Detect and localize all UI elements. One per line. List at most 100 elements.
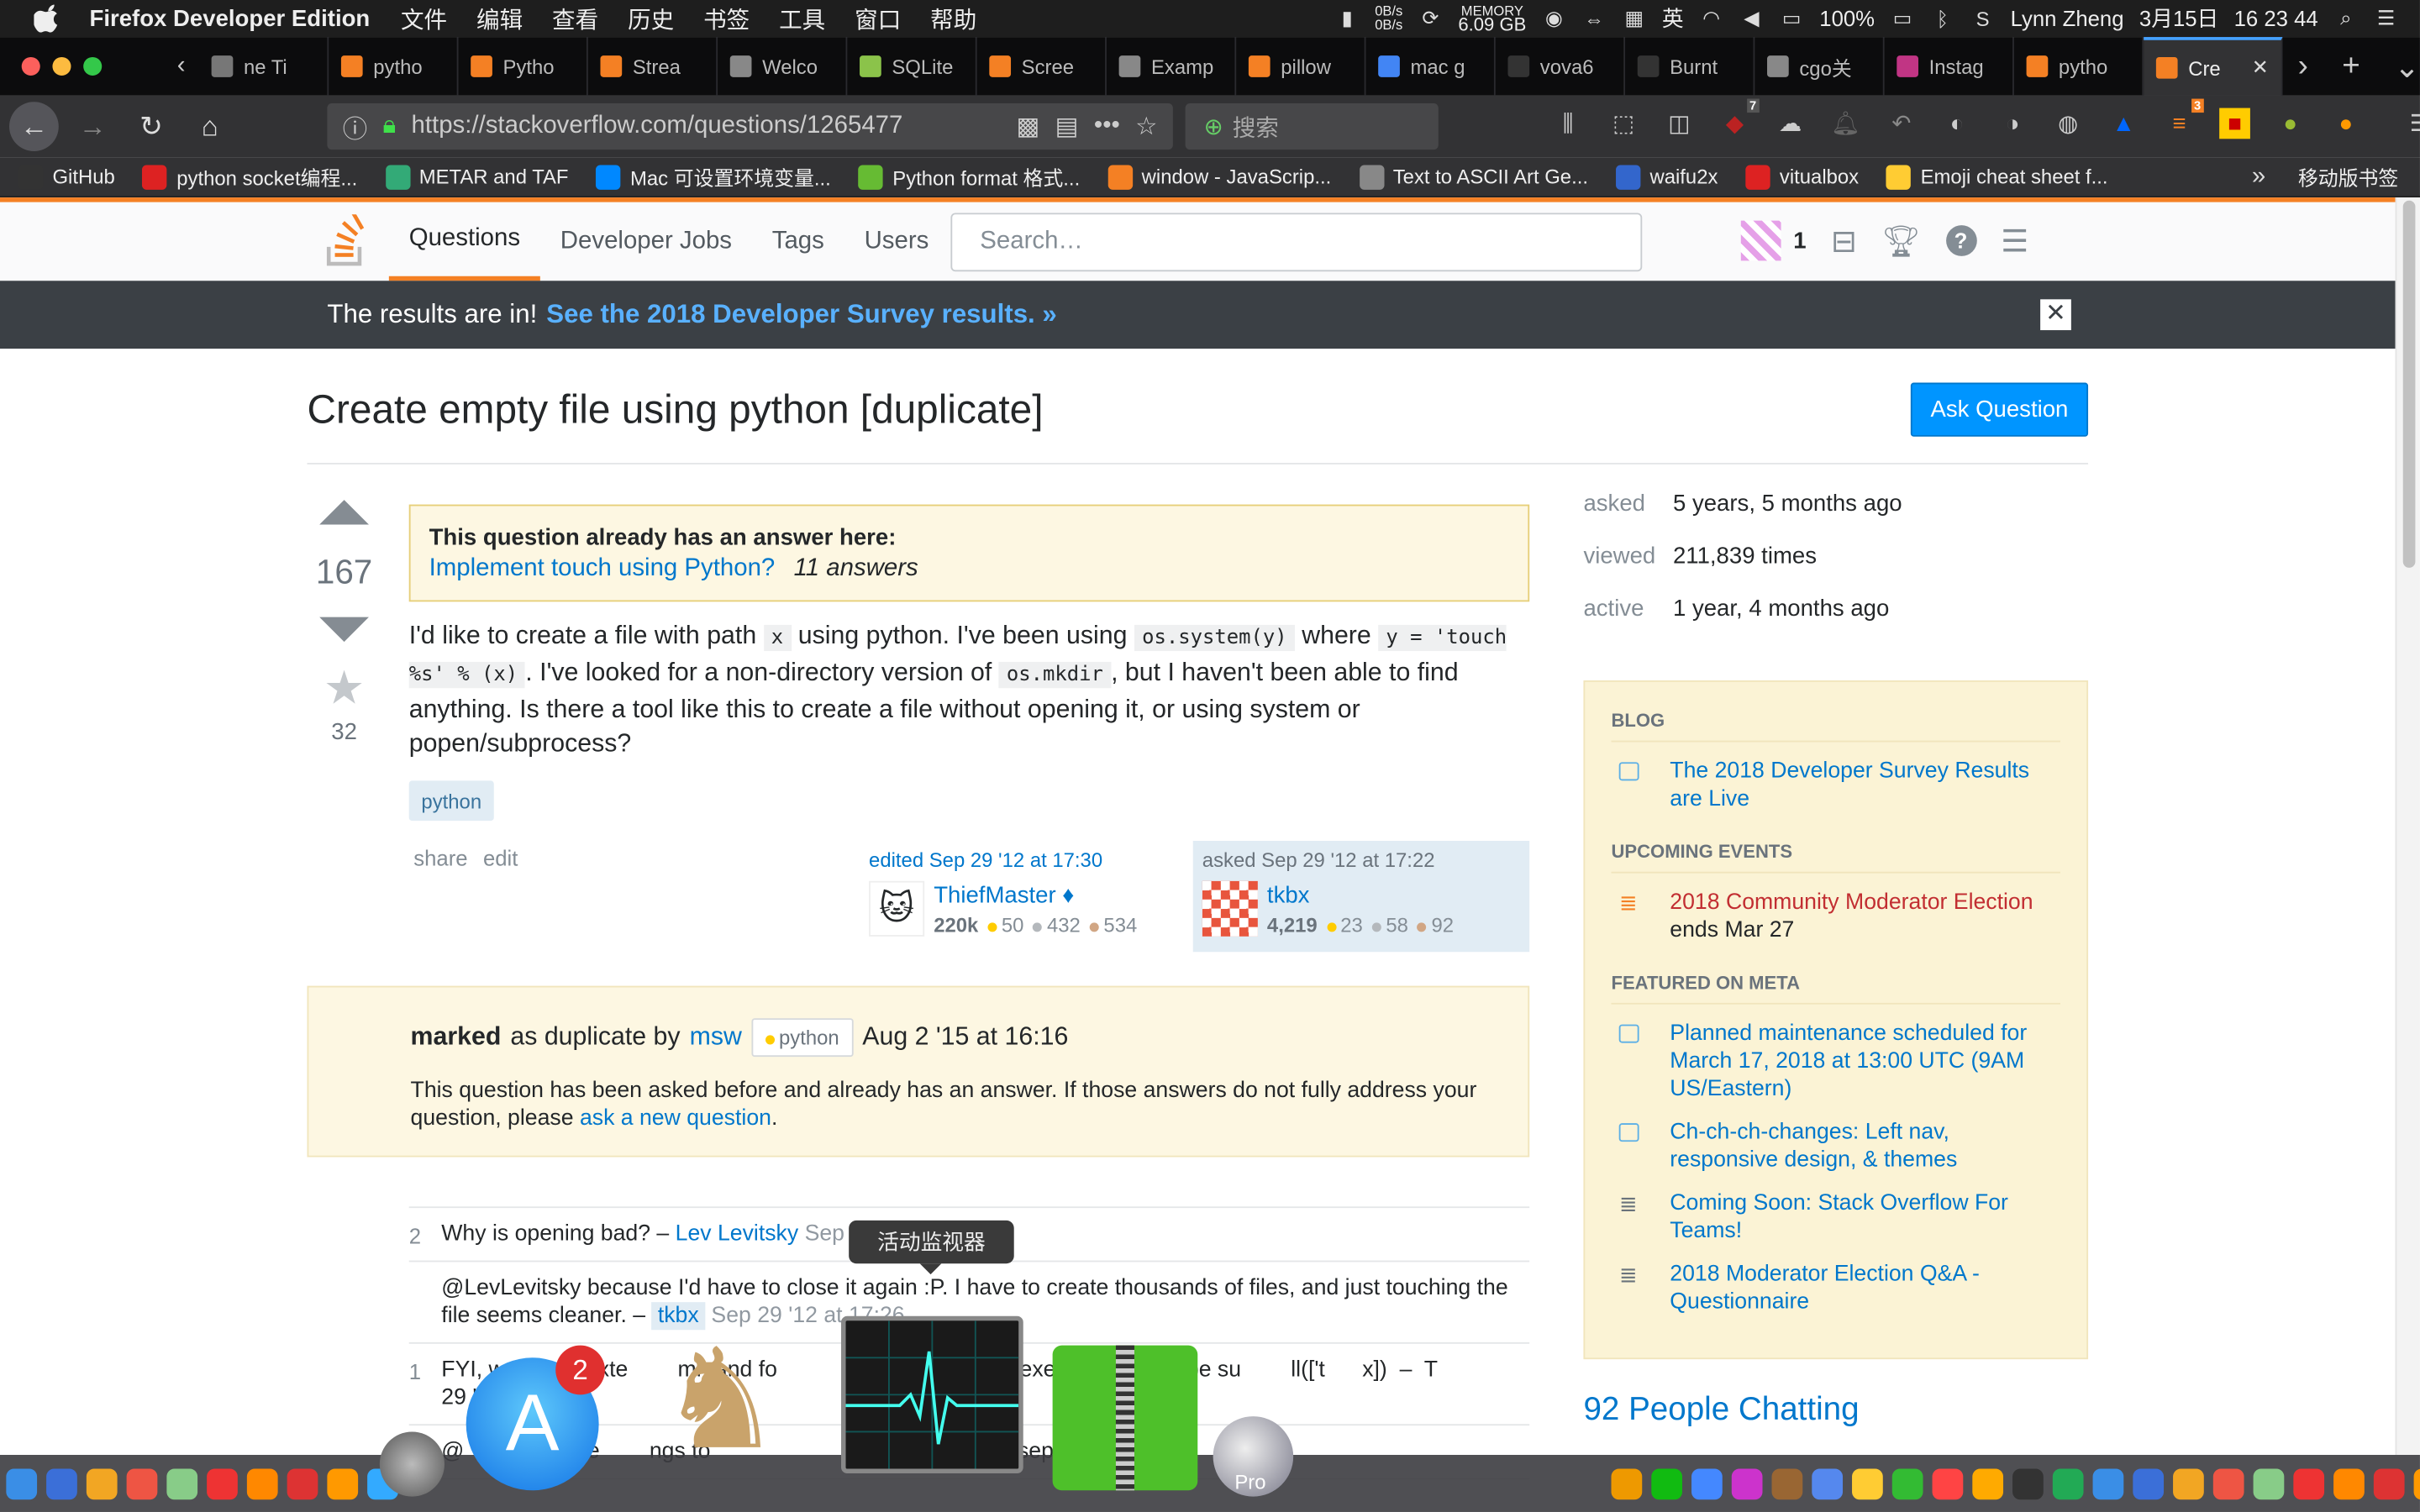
- volume-icon[interactable]: ◀: [1739, 6, 1764, 30]
- dock-app-icon[interactable]: [1852, 1467, 1883, 1499]
- extension-icon[interactable]: ◐: [1942, 108, 1973, 139]
- bookmark-item[interactable]: waifu2x: [1616, 162, 1718, 192]
- tab[interactable]: Burnt: [1625, 37, 1755, 96]
- tab[interactable]: vova6: [1496, 37, 1625, 96]
- close-window-button[interactable]: [21, 56, 40, 76]
- memory-meter[interactable]: MEMORY 6.09 GB: [1458, 3, 1526, 34]
- dock-app-icon[interactable]: [327, 1467, 359, 1499]
- share-link[interactable]: share: [413, 846, 467, 870]
- app-name[interactable]: Firefox Developer Edition: [90, 5, 371, 31]
- site-switcher-icon[interactable]: ☰: [2001, 222, 2028, 260]
- url-text[interactable]: https://stackoverflow.com/questions/1265…: [412, 113, 1002, 140]
- new-tab-icon[interactable]: +: [2342, 49, 2360, 84]
- menu-view[interactable]: 查看: [552, 3, 598, 35]
- dock-app-icon[interactable]: [2133, 1467, 2165, 1499]
- achievements-icon[interactable]: 🏆︎: [1881, 222, 1921, 260]
- spotlight-icon[interactable]: ⌕: [2333, 6, 2358, 30]
- bulletin-item[interactable]: ≣ 2018 Moderator Election Q&A - Question…: [1612, 1261, 2060, 1316]
- speedometer-icon[interactable]: ⟳: [1418, 6, 1443, 30]
- dock-app-icon[interactable]: [2333, 1467, 2365, 1499]
- bookmark-item[interactable]: window - JavaScrip...: [1107, 162, 1331, 192]
- info-icon[interactable]: ⓘ: [343, 108, 367, 145]
- yellow-ext-icon[interactable]: ■: [2219, 108, 2250, 139]
- question-title[interactable]: Create empty file using python [duplicat…: [308, 386, 1044, 433]
- alarm-icon[interactable]: 🔔︎: [1830, 108, 1861, 139]
- back-button[interactable]: ←: [9, 102, 59, 151]
- bookmark-item[interactable]: Python format 格式...: [858, 162, 1080, 192]
- search-engine-icon[interactable]: ⊕: [1204, 113, 1223, 140]
- bulletin-link[interactable]: 2018 Community Moderator Election: [1670, 890, 2033, 915]
- menu-window[interactable]: 窗口: [855, 3, 901, 35]
- dock-app-icon[interactable]: [46, 1467, 77, 1499]
- home-button[interactable]: ⌂: [185, 102, 234, 151]
- reload-button[interactable]: ↻: [127, 102, 176, 151]
- bookmark-item[interactable]: GitHub: [18, 162, 115, 192]
- avatar[interactable]: [1740, 220, 1781, 261]
- sidebar-icon[interactable]: ◫: [1664, 108, 1695, 139]
- edited-timestamp[interactable]: edited Sep 29 '12 at 17:30: [869, 848, 1102, 872]
- nav-developer-jobs[interactable]: Developer Jobs: [540, 202, 752, 281]
- dock-app-icon[interactable]: [2092, 1467, 2124, 1499]
- tabs-scroll-right-icon[interactable]: ›: [2298, 49, 2308, 84]
- input-method[interactable]: 英: [1662, 3, 1684, 34]
- bulletin-link[interactable]: The 2018 Developer Survey Results are Li…: [1670, 758, 2060, 813]
- zoom-window-button[interactable]: [83, 56, 103, 76]
- close-announcement-button[interactable]: ✕: [2040, 299, 2071, 331]
- tab[interactable]: Pytho: [458, 37, 588, 96]
- survey-results-link[interactable]: See the 2018 Developer Survey results. »: [546, 299, 1056, 330]
- page-actions-icon[interactable]: •••: [1094, 113, 1120, 140]
- activity-monitor-icon[interactable]: [841, 1315, 1023, 1474]
- tab[interactable]: Welco: [718, 37, 848, 96]
- scrollbar-thumb[interactable]: [2402, 200, 2416, 568]
- dock-app-icon[interactable]: [6, 1467, 38, 1499]
- editor-name[interactable]: ThiefMaster ♦: [934, 883, 1074, 909]
- dock-app-icon[interactable]: [2173, 1467, 2204, 1499]
- bookmark-item[interactable]: vitualbox: [1745, 162, 1859, 192]
- tag-python[interactable]: python: [408, 780, 494, 822]
- notification-center-icon[interactable]: ☰: [2374, 6, 2398, 30]
- reputation[interactable]: 1: [1793, 228, 1806, 254]
- menu-icon[interactable]: ☰: [2405, 108, 2420, 139]
- bulletin-item[interactable]: Ch-ch-ch-changes: Left nav, responsive d…: [1612, 1119, 2060, 1174]
- bulletin-item[interactable]: ≣ Coming Soon: Stack Overflow For Teams!: [1612, 1189, 2060, 1245]
- dock-app-icon[interactable]: [1771, 1467, 1803, 1499]
- forward-button[interactable]: →: [68, 102, 118, 151]
- tab[interactable]: Strea: [588, 37, 718, 96]
- comment-user-link[interactable]: Lev Levitsky: [676, 1222, 799, 1247]
- circle-icon[interactable]: ◑: [1997, 108, 2028, 139]
- stat-value[interactable]: 1 year, 4 months ago: [1673, 596, 1889, 622]
- dock-app-icon[interactable]: [1651, 1467, 1683, 1499]
- tab-active[interactable]: Cre ✕: [2143, 37, 2283, 96]
- battery-percent[interactable]: 100%: [1819, 6, 1875, 30]
- bulletin-item[interactable]: Planned maintenance scheduled for March …: [1612, 1020, 2060, 1103]
- tab[interactable]: Examp: [1107, 37, 1236, 96]
- tab[interactable]: ne Ti: [199, 37, 329, 96]
- tab[interactable]: pytho: [2014, 37, 2144, 96]
- dock-app-icon[interactable]: [1812, 1467, 1844, 1499]
- url-bar[interactable]: ⓘ 🔒︎ https://stackoverflow.com/questions…: [327, 103, 1173, 150]
- skype-icon[interactable]: S: [1970, 6, 1995, 30]
- avatar[interactable]: [1202, 880, 1258, 937]
- library-icon[interactable]: ⫼: [1553, 108, 1584, 139]
- bookmark-item[interactable]: python socket编程...: [142, 162, 357, 192]
- bookmark-star-icon[interactable]: ☆: [1135, 111, 1157, 142]
- tab[interactable]: SQLite: [847, 37, 977, 96]
- tab[interactable]: Scree: [976, 37, 1107, 96]
- closer-user-link[interactable]: msw: [690, 1023, 742, 1053]
- user-name[interactable]: Lynn Zheng: [2011, 6, 2124, 30]
- avatar[interactable]: 🐱︎: [869, 880, 925, 937]
- menu-history[interactable]: 历史: [628, 3, 674, 35]
- dock-app-icon[interactable]: [86, 1467, 118, 1499]
- page-scrollbar[interactable]: [2395, 197, 2420, 1456]
- bookmarks-overflow-icon[interactable]: »: [2252, 163, 2265, 191]
- nav-users[interactable]: Users: [844, 202, 949, 281]
- help-icon[interactable]: ?: [1945, 225, 1976, 256]
- asked-timestamp[interactable]: asked Sep 29 '12 at 17:22: [1202, 848, 1435, 872]
- upvote-arrow-icon[interactable]: [319, 500, 369, 525]
- dock-app-icon[interactable]: [2293, 1467, 2325, 1499]
- ghost-icon[interactable]: ☁: [1775, 108, 1806, 139]
- tab[interactable]: mac g: [1365, 37, 1496, 96]
- bulletin-link[interactable]: Planned maintenance scheduled for March …: [1670, 1020, 2060, 1103]
- dock-app-icon[interactable]: [166, 1467, 198, 1499]
- airplay-icon[interactable]: ▭: [1780, 6, 1804, 30]
